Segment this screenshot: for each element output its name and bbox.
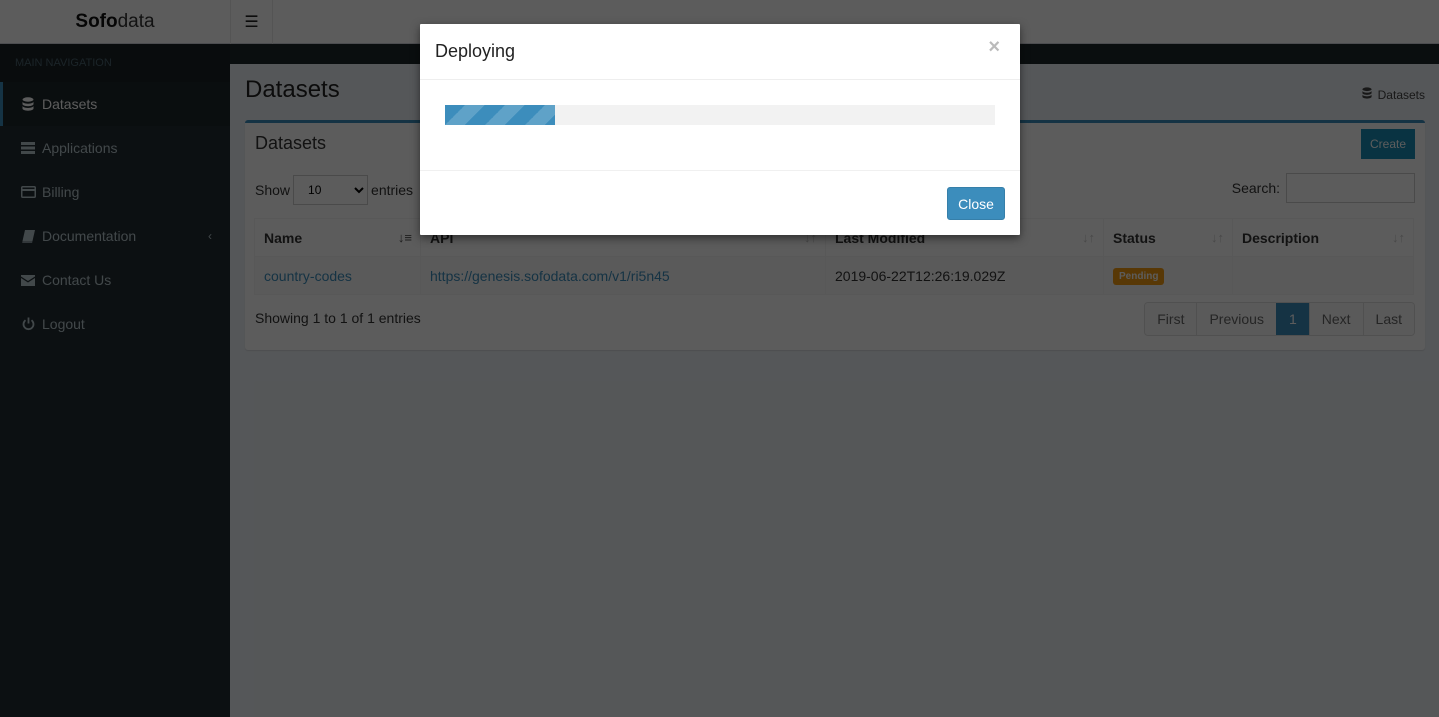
close-icon[interactable]: × [982, 36, 1006, 58]
close-button[interactable]: Close [947, 187, 1005, 220]
modal-footer: Close [420, 171, 1020, 235]
modal-body [420, 80, 1020, 171]
modal-title: Deploying [435, 41, 516, 61]
modal-header: Deploying × [420, 24, 1020, 80]
deploying-modal: Deploying × Close [420, 24, 1020, 235]
progress-bar [445, 105, 555, 125]
progress-track [445, 105, 995, 125]
